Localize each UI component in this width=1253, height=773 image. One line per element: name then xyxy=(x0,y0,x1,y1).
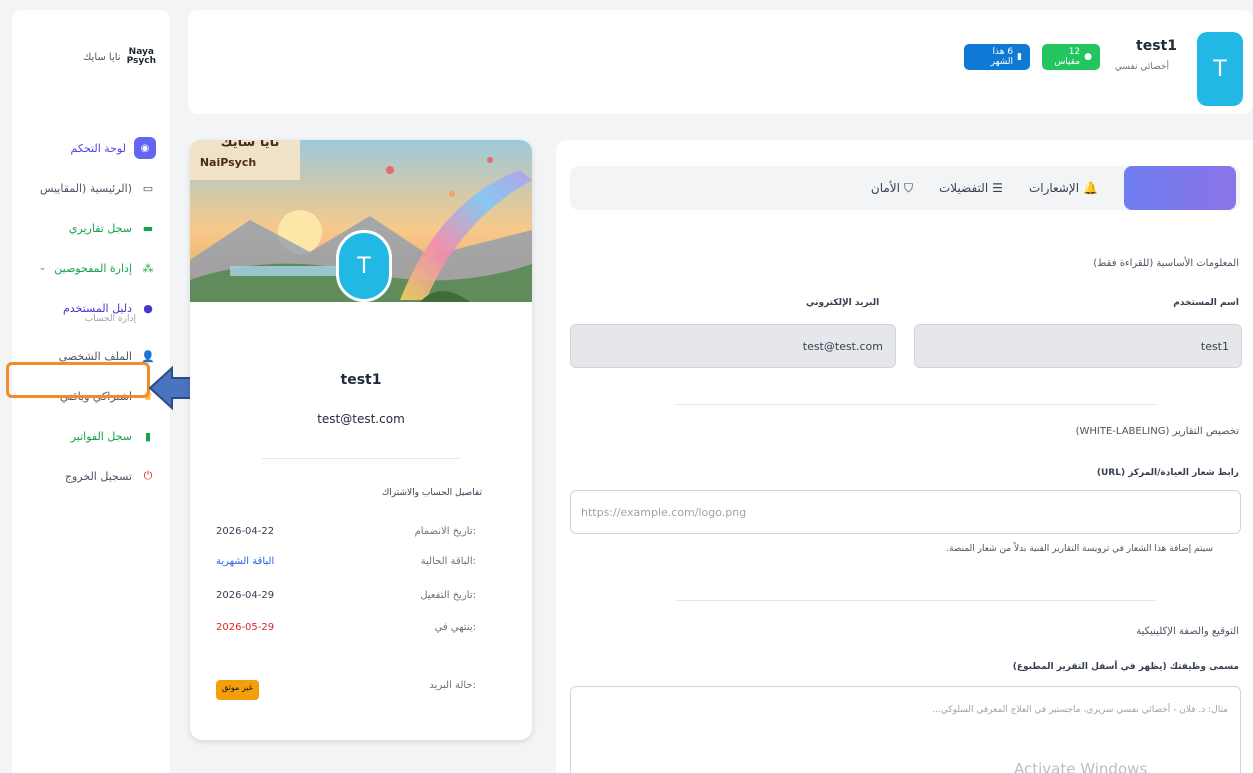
account-details-title: تفاصيل الحساب والاشتراك xyxy=(381,488,482,498)
detail-key: ينتهي في: xyxy=(434,622,476,633)
username-field[interactable]: test1 xyxy=(914,324,1242,368)
dashboard-icon: ◉ xyxy=(134,137,156,159)
detail-value[interactable]: الباقة الشهرية xyxy=(216,556,274,576)
detail-row-activation: 2026-04-29 تاريخ التفعيل: xyxy=(216,590,476,610)
divider xyxy=(676,600,1156,601)
sidebar-item-clients[interactable]: ⁂ إدارة المفحوصين ⌄ xyxy=(10,248,160,288)
sliders-icon: ☰ xyxy=(992,181,1003,195)
badge-label: 12 مقياس xyxy=(1054,47,1081,67)
logo-url-input[interactable]: https://example.com/logo.png xyxy=(570,490,1241,534)
tab-profile-active[interactable] xyxy=(1124,166,1236,210)
info-icon: ● xyxy=(143,301,153,315)
logo-mark: Naya Psych xyxy=(126,47,156,66)
sidebar-item-reports[interactable]: ▬ سجل تقاريري xyxy=(10,208,160,248)
detail-row-email-status: غير موثق حالة البريد: xyxy=(216,680,476,700)
detail-key: تاريخ الانضمام: xyxy=(414,526,476,537)
status-badge: غير موثق xyxy=(216,680,259,700)
activate-windows-watermark: Activate Windows xyxy=(1014,760,1148,773)
detail-row-plan: الباقة الشهرية الباقة الحالية: xyxy=(216,556,476,576)
sidebar-item-label: تسجيل الخروج xyxy=(64,469,132,483)
monthly-count-badge: ▮ 6 هذا الشهر xyxy=(964,44,1030,70)
username-label: اسم المستخدم xyxy=(1173,298,1239,308)
detail-key: تاريخ التفعيل: xyxy=(420,590,476,601)
header-user-name: test1 xyxy=(1136,38,1177,54)
tab-label: الإشعارات xyxy=(1028,181,1080,195)
basic-info-title: المعلومات الأساسية (للقراءة فقط) xyxy=(1093,258,1239,269)
sidebar-item-scales[interactable]: ▭ (الرئيسية (المقاييس xyxy=(10,168,160,208)
divider xyxy=(262,458,460,459)
sidebar-item-label: إدارة المفحوصين xyxy=(54,261,132,275)
settings-tabs: 🔔 الإشعارات ☰ التفضيلات ⛉ الأمان xyxy=(570,166,1240,210)
circle-icon: ● xyxy=(1084,52,1092,62)
banner-brand-en: NaiPsych xyxy=(200,156,256,169)
settings-panel: 🔔 الإشعارات ☰ التفضيلات ⛉ الأمان المعلوم… xyxy=(556,140,1253,773)
white-labeling-title: تخصيص التقارير (WHITE-LABELING) xyxy=(1075,426,1239,437)
sidebar-item-dashboard[interactable]: ◉ لوحة التحكم xyxy=(10,128,160,168)
invoice-icon: ▮ xyxy=(144,429,152,443)
sidebar-section-account: إدارة الحساب xyxy=(84,314,136,324)
sidebar-item-label: سجل الفواتير xyxy=(70,429,132,443)
logo-url-label: رابط شعار العيادة/المركز (URL) xyxy=(1096,468,1239,478)
detail-key: حالة البريد: xyxy=(429,680,476,691)
sidebar-item-label: سجل تقاريري xyxy=(68,221,132,235)
sidebar-item-logout[interactable]: ⏻ تسجيل الخروج xyxy=(10,456,160,496)
shield-icon: ⛉ xyxy=(903,180,913,195)
signature-label: مسمى وظيفتك (يظهر في أسفل التقرير المطبو… xyxy=(1012,662,1239,672)
detail-row-join-date: 2026-04-22 تاريخ الانضمام: xyxy=(216,526,476,546)
banner-brand: نايا سايك xyxy=(221,140,280,150)
chevron-down-icon: ⌄ xyxy=(38,263,47,273)
signature-title: التوقيع والصفة الإكلينيكية xyxy=(1136,626,1239,637)
badge-label: 6 هذا الشهر xyxy=(990,47,1014,67)
sidebar-item-invoices[interactable]: ▮ سجل الفواتير xyxy=(10,416,160,456)
sidebar-nav: ◉ لوحة التحكم ▭ (الرئيسية (المقاييس ▬ سج… xyxy=(10,128,160,496)
users-icon: ⁂ xyxy=(142,261,154,275)
document-icon: ▮ xyxy=(1017,52,1022,62)
detail-value: 2026-04-29 xyxy=(216,590,275,601)
logo-hint: سيتم إضافة هذا الشعار في ترويسة التقارير… xyxy=(946,544,1213,554)
detail-value: 2026-04-22 xyxy=(216,526,275,537)
tab-notifications[interactable]: 🔔 الإشعارات xyxy=(1029,181,1098,195)
monitor-icon: ▭ xyxy=(142,181,154,195)
avatar[interactable]: T xyxy=(1197,32,1243,106)
profile-email: test@test.com xyxy=(317,412,405,426)
email-field[interactable]: test@test.com xyxy=(570,324,896,368)
app-logo[interactable]: Naya Psych نايا سايك xyxy=(83,48,156,66)
divider xyxy=(676,404,1156,405)
user-icon: 👤 xyxy=(141,349,155,363)
folder-icon: ▬ xyxy=(142,221,154,235)
top-header: T test1 أخصائي نفسي ● 12 مقياس ▮ 6 هذا ا… xyxy=(188,10,1253,114)
power-icon: ⏻ xyxy=(143,469,153,482)
bell-icon: 🔔 xyxy=(1083,181,1098,195)
profile-card: نايا سايك NaiPsych T test1 test@test.com… xyxy=(190,140,532,740)
tab-label: التفضيلات xyxy=(939,181,989,195)
tab-security[interactable]: ⛉ الأمان xyxy=(871,181,913,196)
sidebar-item-label: (الرئيسية (المقاييس xyxy=(39,181,132,195)
email-label: البريد الإلكتروني xyxy=(806,298,880,308)
detail-value: 2026-05-29 xyxy=(216,622,275,633)
profile-name: test1 xyxy=(340,372,382,388)
profile-highlight-box xyxy=(6,362,150,398)
logo-text: نايا سايك xyxy=(83,51,121,63)
tab-preferences[interactable]: ☰ التفضيلات xyxy=(939,181,1003,195)
scales-count-badge: ● 12 مقياس xyxy=(1042,44,1100,70)
sidebar-item-label: الملف الشخصي xyxy=(58,349,132,363)
sidebar-item-label: دليل المستخدم xyxy=(63,301,132,315)
profile-avatar[interactable]: T xyxy=(336,230,392,302)
sidebar-item-label: لوحة التحكم xyxy=(70,141,126,155)
tab-label: الأمان xyxy=(870,181,900,195)
detail-row-expiry: 2026-05-29 ينتهي في: xyxy=(216,622,476,642)
header-user-role: أخصائي نفسي xyxy=(1114,62,1169,72)
detail-key: الباقة الحالية: xyxy=(420,556,476,567)
signature-placeholder: مثال: د. فلان - أخصائي نفسي سريري، ماجست… xyxy=(932,705,1228,715)
